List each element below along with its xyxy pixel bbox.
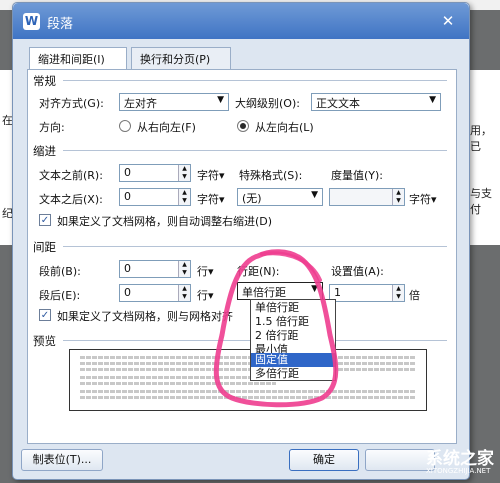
preview-area — [69, 349, 427, 411]
outline-level-select[interactable]: 正文文本 ▼ — [311, 93, 441, 111]
setting-value-spinner[interactable]: 1 ▲ ▼ — [329, 284, 405, 302]
spinner-arrows-icon[interactable]: ▲ ▼ — [178, 261, 190, 277]
spinner-arrows-icon[interactable]: ▲ ▼ — [392, 285, 404, 301]
ltr-radio-label: 从左向右(L) — [255, 121, 314, 134]
indent-before-spinner[interactable]: 0 ▲ ▼ — [119, 164, 191, 182]
spacing-before-label: 段前(B): — [39, 265, 81, 278]
spacing-after-value: 0 — [124, 286, 131, 299]
watermark-title: 系统之家 — [426, 449, 494, 469]
spacing-after-label: 段后(E): — [39, 289, 81, 302]
cancel-button[interactable] — [365, 449, 435, 471]
tab-indent-spacing[interactable]: 缩进和间距(I) — [29, 47, 127, 70]
spacing-before-unit[interactable]: 行▾ — [197, 263, 214, 279]
line-spacing-value: 单倍行距 — [242, 286, 286, 299]
special-format-value: (无) — [242, 192, 262, 205]
divider — [63, 150, 447, 151]
indent-after-spinner[interactable]: 0 ▲ ▼ — [119, 188, 191, 206]
dropdown-arrow-icon: ▼ — [429, 95, 436, 105]
alignment-select[interactable]: 左对齐 ▼ — [119, 93, 229, 111]
background-text-fragment: 用，已 — [470, 124, 492, 153]
rtl-radio[interactable] — [119, 120, 131, 132]
dropdown-arrow-icon: ▼ — [311, 284, 318, 294]
close-icon[interactable]: ✕ — [437, 11, 459, 31]
preview-line — [80, 376, 276, 379]
tab-stops-button[interactable]: 制表位(T)... — [21, 449, 103, 471]
indent-before-unit[interactable]: 字符▾ — [197, 167, 225, 183]
dropdown-arrow-icon: ▼ — [311, 190, 318, 200]
line-spacing-option[interactable]: 最小值 — [251, 343, 335, 353]
setting-value-unit: 倍 — [409, 289, 420, 302]
setting-value: 1 — [334, 286, 341, 299]
divider — [63, 80, 447, 81]
dialog-titlebar[interactable]: W 段落 ✕ — [13, 3, 469, 39]
measure-label: 度量值(Y): — [331, 169, 384, 182]
alignment-label: 对齐方式(G): — [39, 97, 104, 110]
indent-grid-checkbox-label: 如果定义了文档网格，则自动调整右缩进(D) — [57, 215, 273, 228]
preview-line — [80, 396, 416, 399]
line-spacing-option[interactable]: 2 倍行距 — [251, 329, 335, 343]
preview-line — [80, 368, 416, 371]
spacing-before-spinner[interactable]: 0 ▲ ▼ — [119, 260, 191, 278]
spacing-before-value: 0 — [124, 262, 131, 275]
spinner-arrows-icon[interactable]: ▲ ▼ — [178, 189, 190, 205]
spinner-arrows-icon[interactable]: ▲ ▼ — [178, 285, 190, 301]
divider — [63, 246, 447, 247]
indent-after-value: 0 — [124, 190, 131, 203]
section-spacing-heading: 间距 — [33, 240, 56, 254]
section-preview-heading: 预览 — [33, 334, 56, 348]
line-spacing-select[interactable]: 单倍行距 ▼ — [237, 282, 323, 300]
tab-line-page-breaks[interactable]: 换行和分页(P) — [131, 47, 231, 69]
dialog-title: 段落 — [47, 17, 74, 32]
measure-spinner[interactable]: ▲ ▼ — [329, 188, 405, 206]
spinner-arrows-icon[interactable]: ▲ ▼ — [178, 165, 190, 181]
spacing-grid-checkbox-label: 如果定义了文档网格，则与网格对齐 — [57, 310, 233, 323]
indent-before-label: 文本之前(R): — [39, 169, 103, 182]
section-indent-heading: 缩进 — [33, 144, 56, 158]
indent-after-unit[interactable]: 字符▾ — [197, 191, 225, 207]
spinner-arrows-icon[interactable]: ▲ ▼ — [392, 189, 404, 205]
line-spacing-dropdown-list: 单倍行距 1.5 倍行距 2 倍行距 最小值 固定值 多倍行距 — [250, 299, 336, 381]
background-text-fragment: 与支付 — [470, 187, 492, 216]
line-spacing-option[interactable]: 单倍行距 — [251, 301, 335, 315]
watermark-logo: 系统之家 XITONGZHIJIA.NET — [426, 444, 494, 475]
preview-line — [80, 362, 416, 365]
dropdown-arrow-icon: ▼ — [217, 95, 224, 105]
direction-label: 方向: — [39, 121, 65, 134]
spacing-after-spinner[interactable]: 0 ▲ ▼ — [119, 284, 191, 302]
wps-writer-icon: W — [23, 13, 40, 30]
indent-before-value: 0 — [124, 166, 131, 179]
preview-line — [80, 390, 416, 393]
rtl-radio-label: 从右向左(F) — [137, 121, 196, 134]
special-format-label: 特殊格式(S): — [239, 169, 303, 182]
setting-value-label: 设置值(A): — [331, 265, 384, 278]
alignment-value: 左对齐 — [124, 97, 157, 110]
line-spacing-option[interactable]: 1.5 倍行距 — [251, 315, 335, 329]
ltr-radio[interactable] — [237, 120, 249, 132]
indent-grid-checkbox[interactable]: ✓ — [39, 214, 51, 226]
preview-line — [80, 382, 276, 385]
line-spacing-option-selected[interactable]: 固定值 — [251, 353, 335, 367]
ok-button[interactable]: 确定 — [289, 449, 359, 471]
special-format-select[interactable]: (无) ▼ — [237, 188, 323, 206]
outline-level-label: 大纲级别(O): — [235, 97, 300, 110]
watermark-subtitle: XITONGZHIJIA.NET — [426, 467, 491, 475]
spacing-after-unit[interactable]: 行▾ — [197, 287, 214, 303]
outline-level-value: 正文文本 — [316, 97, 360, 110]
spacing-grid-checkbox[interactable]: ✓ — [39, 309, 51, 321]
preview-line — [80, 356, 416, 359]
line-spacing-label: 行距(N): — [237, 265, 280, 278]
line-spacing-option[interactable]: 多倍行距 — [251, 367, 335, 381]
measure-unit[interactable]: 字符▾ — [409, 191, 437, 207]
paragraph-dialog: W 段落 ✕ 缩进和间距(I) 换行和分页(P) 常规 对齐方式(G): 左对齐… — [12, 2, 470, 480]
section-general-heading: 常规 — [33, 74, 56, 88]
indent-after-label: 文本之后(X): — [39, 193, 103, 206]
